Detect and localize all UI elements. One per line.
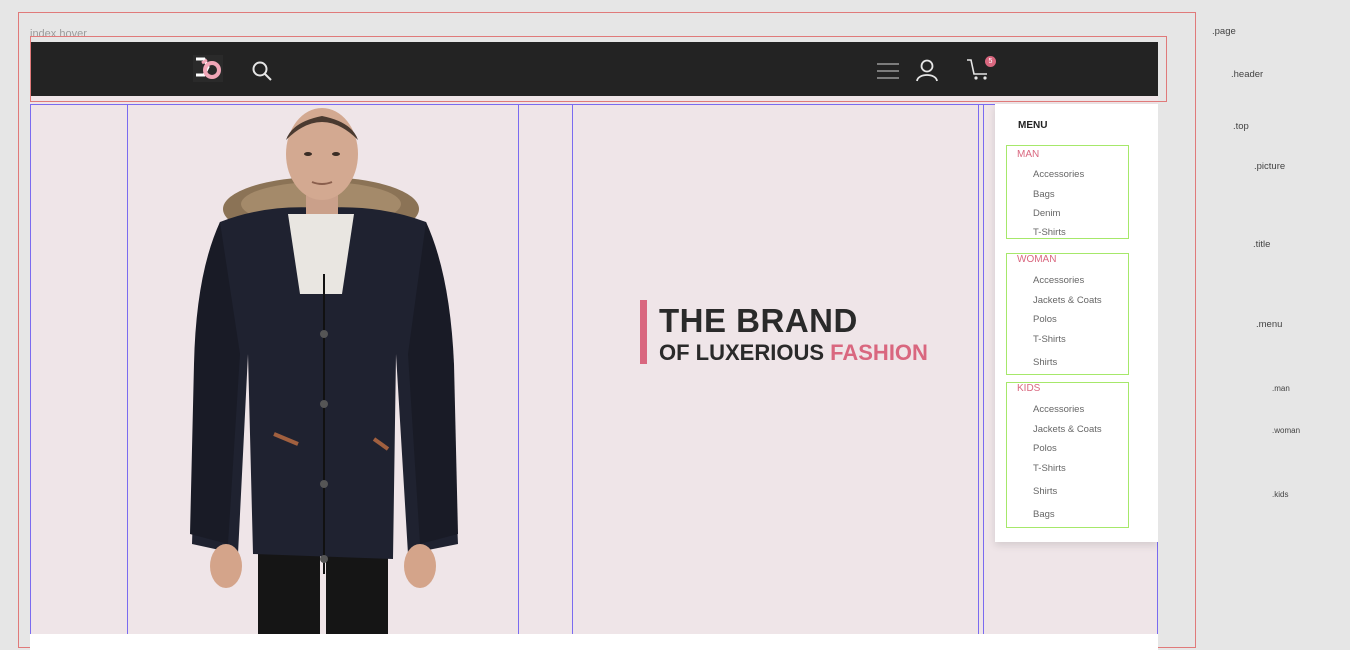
menu-item[interactable]: Accessories (1033, 404, 1084, 415)
menu-item[interactable]: Accessories (1033, 169, 1084, 180)
menu-panel: MENU MAN Accessories Bags Denim T-Shirts… (995, 104, 1158, 542)
hero-subtitle-prefix: OF LUXERIOUS (659, 340, 825, 365)
menu-item[interactable]: Shirts (1033, 357, 1057, 368)
title-guide (572, 104, 979, 635)
bottom-strip (30, 634, 1158, 650)
annotation-man: .man (1272, 384, 1290, 393)
menu-item[interactable]: Shirts (1033, 486, 1057, 497)
hero-subtitle: OF LUXERIOUS FASHION (659, 340, 928, 366)
header-outline (30, 36, 1167, 102)
group-title-kids[interactable]: KIDS (1017, 383, 1040, 394)
menu-item[interactable]: T-Shirts (1033, 227, 1066, 238)
group-title-woman[interactable]: WOMAN (1017, 254, 1056, 265)
menu-heading: MENU (1018, 120, 1048, 131)
annotation-title: .title (1253, 239, 1271, 250)
page-canvas: 5 THE BRAND OF LUXERIOUS FASHION MENU MA… (30, 42, 1158, 650)
group-title-man[interactable]: MAN (1017, 149, 1039, 160)
annotation-woman: .woman (1272, 426, 1301, 435)
menu-item[interactable]: Denim (1033, 208, 1060, 219)
menu-item[interactable]: Bags (1033, 509, 1055, 520)
annotation-kids: .kids (1272, 490, 1289, 499)
annotation-menu: .menu (1256, 319, 1283, 330)
title-accent-bar (640, 300, 647, 364)
menu-item[interactable]: T-Shirts (1033, 334, 1066, 345)
annotation-picture: .picture (1254, 161, 1286, 172)
annotation-header: .header (1231, 69, 1264, 80)
menu-item[interactable]: T-Shirts (1033, 463, 1066, 474)
menu-item[interactable]: Polos (1033, 314, 1057, 325)
model-picture (128, 104, 518, 634)
annotation-page: .page (1212, 26, 1236, 37)
menu-item[interactable]: Accessories (1033, 275, 1084, 286)
menu-group-kids: KIDS Accessories Jackets & Coats Polos T… (1006, 382, 1129, 528)
menu-item[interactable]: Jackets & Coats (1033, 424, 1102, 435)
menu-item[interactable]: Polos (1033, 443, 1057, 454)
menu-group-man: MAN Accessories Bags Denim T-Shirts (1006, 145, 1129, 239)
hero-subtitle-accent: FASHION (830, 340, 928, 365)
hero-title: THE BRAND (659, 302, 858, 339)
menu-item[interactable]: Bags (1033, 189, 1055, 200)
menu-item[interactable]: Jackets & Coats (1033, 295, 1102, 306)
annotation-top: .top (1233, 121, 1249, 132)
menu-group-woman: WOMAN Accessories Jackets & Coats Polos … (1006, 253, 1129, 375)
